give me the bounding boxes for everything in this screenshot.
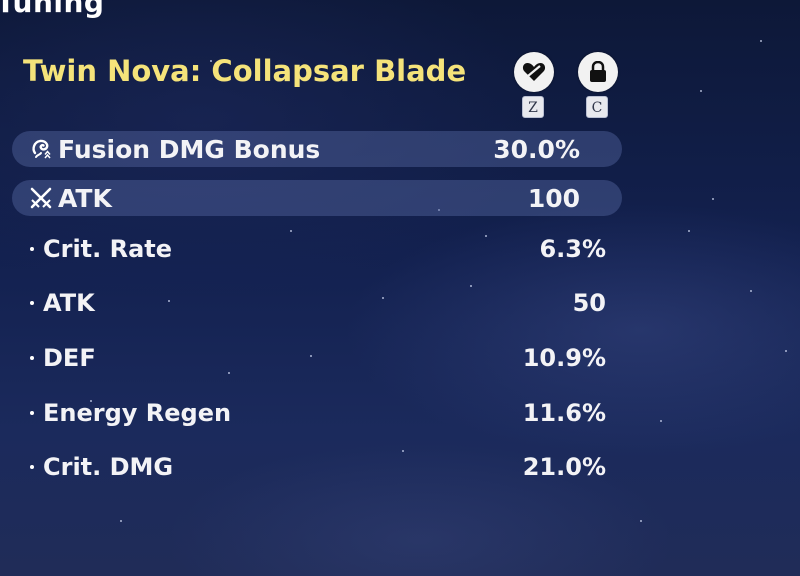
lock-icon [590, 61, 606, 82]
main-stat-value: 100 [527, 183, 580, 213]
main-stat-value: 30.0% [493, 134, 580, 164]
weapon-name: Twin Nova: Collapsar Blade [23, 54, 467, 88]
sub-stat-value: 50 [572, 289, 606, 317]
main-stat-fusion-dmg-bonus: Fusion DMG Bonus 30.0% [12, 131, 622, 167]
sub-stat-label: Energy Regen [43, 399, 232, 427]
favorite-key-hint: Z [522, 96, 544, 118]
heart-slash-icon [522, 63, 546, 81]
page-title: Tuning [0, 0, 105, 19]
bullet-icon [30, 411, 34, 415]
sub-stat-row: Crit. Rate 6.3% [30, 232, 606, 266]
crossed-swords-icon [28, 185, 54, 211]
sub-stat-row: ATK 50 [30, 286, 606, 320]
main-stat-atk: ATK 100 [12, 180, 622, 216]
sub-stat-value: 10.9% [522, 344, 606, 372]
sub-stat-value: 6.3% [539, 235, 606, 263]
bullet-icon [30, 465, 34, 469]
sub-stat-row: Crit. DMG 21.0% [30, 450, 606, 484]
sub-stat-label: Crit. DMG [43, 453, 174, 481]
sub-stat-row: Energy Regen 11.6% [30, 396, 606, 430]
sub-stat-label: Crit. Rate [43, 235, 173, 263]
sub-stat-value: 21.0% [522, 453, 606, 481]
sub-stat-label: DEF [43, 344, 96, 372]
main-stat-label: ATK [58, 183, 112, 213]
main-stat-label: Fusion DMG Bonus [58, 134, 321, 164]
bullet-icon [30, 247, 34, 251]
lock-key-hint: C [586, 96, 608, 118]
sub-stat-row: DEF 10.9% [30, 341, 606, 375]
favorite-button[interactable] [514, 52, 554, 92]
bullet-icon [30, 301, 34, 305]
lock-button[interactable] [578, 52, 618, 92]
sub-stat-value: 11.6% [522, 399, 606, 427]
bullet-icon [30, 356, 34, 360]
fusion-icon [28, 136, 54, 162]
sub-stat-label: ATK [43, 289, 95, 317]
